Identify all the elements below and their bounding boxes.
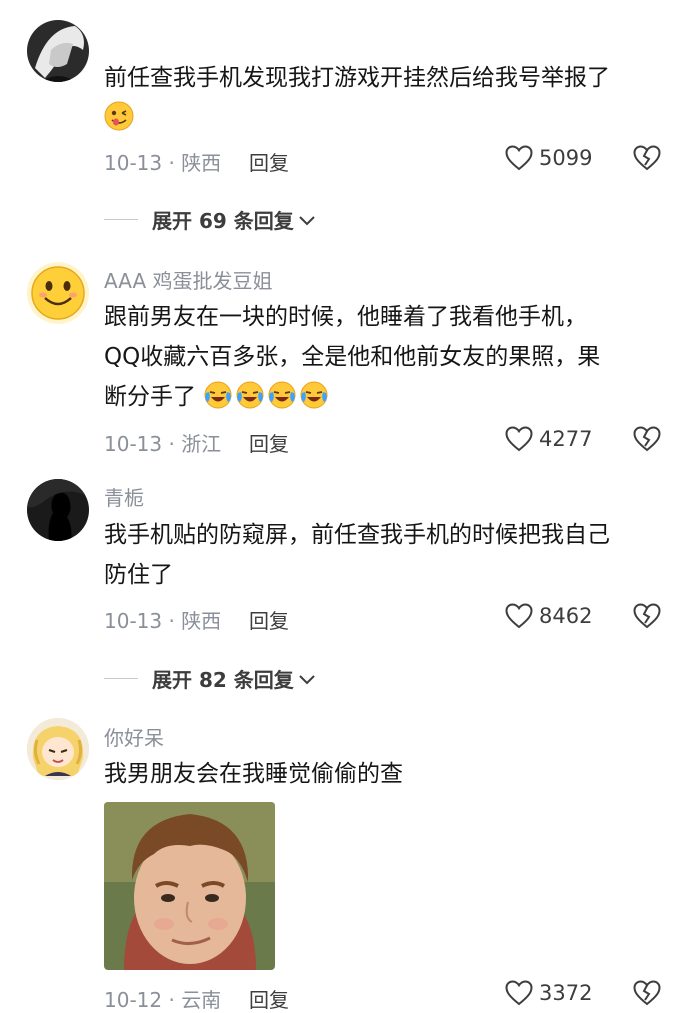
reply-button[interactable]: 回复: [249, 605, 289, 634]
reply-button[interactable]: 回复: [249, 147, 289, 176]
expand-replies-button[interactable]: 展开 69 条回复: [104, 205, 316, 234]
like-button[interactable]: 5099: [505, 145, 592, 171]
broken-heart-icon: [633, 603, 661, 629]
dislike-button[interactable]: [633, 980, 661, 1010]
expand-label: 展开 82 条回复: [152, 668, 294, 692]
avatar[interactable]: [27, 262, 89, 324]
crying-laughing-emoji-icon: [236, 381, 264, 409]
dislike-button[interactable]: [633, 603, 661, 633]
username[interactable]: AAA 鸡蛋批发豆姐: [104, 265, 273, 294]
username[interactable]: 你好呆: [104, 722, 164, 751]
comment-text: 我男朋友会在我睡觉偷偷的查: [104, 754, 664, 794]
like-button[interactable]: 4277: [505, 426, 592, 452]
like-count: 4277: [539, 427, 593, 451]
crying-laughing-emoji-icon: [268, 381, 296, 409]
comment-text-line: 我男朋友会在我睡觉偷偷的查: [104, 761, 403, 787]
like-count: 3372: [539, 981, 593, 1005]
divider: [104, 219, 138, 220]
avatar[interactable]: [27, 479, 89, 541]
like-button[interactable]: 8462: [505, 603, 592, 629]
comment-text-line: 前任查我手机发现我打游戏开挂然后给我号举报了: [104, 65, 610, 91]
chevron-down-icon: [299, 674, 315, 684]
like-count: 5099: [539, 146, 593, 170]
comment-meta: 10-12 · 云南: [104, 988, 222, 1012]
dislike-button[interactable]: [633, 145, 661, 175]
like-count: 8462: [539, 604, 593, 628]
broken-heart-icon: [633, 426, 661, 452]
comment-text-line: 我手机贴的防窥屏，前任查我手机的时候把我自己: [104, 522, 610, 548]
heart-icon: [505, 980, 533, 1006]
heart-icon: [505, 426, 533, 452]
heart-icon: [505, 603, 533, 629]
comment-text: 跟前男友在一块的时候，他睡着了我看他手机， QQ收藏六百多张，全是他和他前女友的…: [104, 297, 664, 417]
comment-text-line: QQ收藏六百多张，全是他和他前女友的果照，果: [104, 344, 601, 370]
comment-text: 前任查我手机发现我打游戏开挂然后给我号举报了: [104, 58, 664, 138]
reply-button[interactable]: 回复: [249, 428, 289, 457]
avatar[interactable]: [27, 718, 89, 780]
comment-text-line: 防住了: [104, 562, 173, 588]
expand-replies-button[interactable]: 展开 82 条回复: [104, 664, 316, 693]
username[interactable]: 青栀: [104, 482, 144, 511]
like-button[interactable]: 3372: [505, 980, 592, 1006]
drooling-emoji-icon: [104, 101, 134, 131]
dislike-button[interactable]: [633, 426, 661, 456]
crying-laughing-emoji-icon: [300, 381, 328, 409]
comment-meta: 10-13 · 陕西: [104, 609, 222, 633]
comment-meta: 10-13 · 浙江: [104, 432, 222, 456]
crying-laughing-emoji-icon: [204, 381, 232, 409]
comment-text: 我手机贴的防窥屏，前任查我手机的时候把我自己 防住了: [104, 515, 664, 595]
comment-text-line: 断分手了: [104, 384, 196, 410]
comment-meta: 10-13 · 陕西: [104, 151, 222, 175]
chevron-down-icon: [299, 215, 315, 225]
avatar[interactable]: [27, 20, 89, 82]
attached-image[interactable]: [104, 802, 275, 970]
reply-button[interactable]: 回复: [249, 984, 289, 1013]
comment-text-line: 跟前男友在一块的时候，他睡着了我看他手机，: [104, 304, 587, 330]
broken-heart-icon: [633, 980, 661, 1006]
divider: [104, 678, 138, 679]
expand-label: 展开 69 条回复: [152, 209, 294, 233]
broken-heart-icon: [633, 145, 661, 171]
heart-icon: [505, 145, 533, 171]
